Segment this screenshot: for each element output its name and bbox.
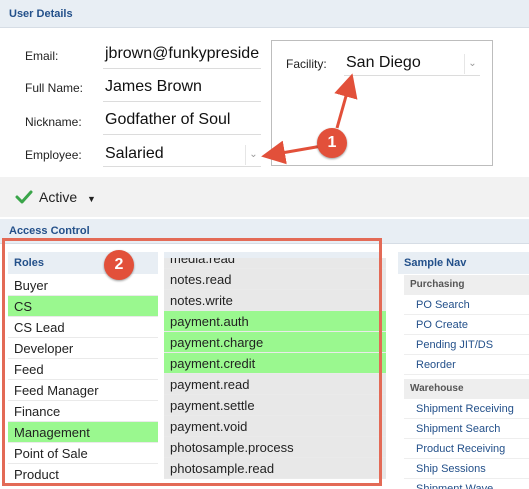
roles-header: Roles [8, 252, 158, 274]
employee-select[interactable]: Salaried ⌄ [103, 143, 261, 167]
privilege-item[interactable]: photosample.process [164, 437, 386, 458]
callout-1: 1 [317, 128, 347, 158]
privilege-item[interactable]: payment.credit [164, 353, 386, 374]
status-dropdown[interactable]: Active ▼ [39, 189, 96, 205]
employee-select-value: Salaried [105, 145, 164, 162]
employee-label: Employee: [25, 148, 82, 162]
callout-2: 2 [104, 250, 134, 280]
caret-down-icon: ▼ [87, 194, 96, 204]
privilege-item[interactable]: photosample.read [164, 458, 386, 479]
privilege-item[interactable]: payment.settle [164, 395, 386, 416]
nav-group-title: Purchasing [404, 275, 529, 295]
nav-link[interactable]: Pending JIT/DS [404, 335, 529, 355]
fullname-field[interactable]: James Brown [103, 78, 261, 102]
privilege-item[interactable]: payment.read [164, 374, 386, 395]
role-item[interactable]: Point of Sale [8, 443, 158, 464]
fullname-label: Full Name: [25, 81, 84, 95]
email-field[interactable]: jbrown@funkypreside [103, 45, 261, 69]
facility-label: Facility: [286, 57, 327, 71]
privilege-item[interactable]: notes.read [164, 269, 386, 290]
privileges-scroll-content: media.read notes.read notes.write payment.a… [164, 258, 386, 479]
facility-select[interactable]: San Diego ⌄ [344, 52, 480, 76]
access-control-header: Access Control [0, 219, 529, 244]
role-item[interactable]: CS Lead [8, 317, 158, 338]
nav-link[interactable]: Shipment Receiving [404, 399, 529, 419]
sample-nav: Purchasing PO Search PO Create Pending JIT/… [404, 275, 529, 489]
user-details-header: User Details [0, 0, 529, 28]
nav-link[interactable]: PO Create [404, 315, 529, 335]
role-item[interactable]: Finance [8, 401, 158, 422]
role-item[interactable]: Buyer [8, 275, 158, 296]
nav-link[interactable]: Product Receiving [404, 439, 529, 459]
role-item[interactable]: Feed Manager [8, 380, 158, 401]
nav-link[interactable]: Shipment Search [404, 419, 529, 439]
nav-link[interactable]: Ship Sessions [404, 459, 529, 479]
nickname-label: Nickname: [25, 115, 82, 129]
chevron-down-icon[interactable]: ⌄ [245, 145, 261, 165]
facility-select-value: San Diego [346, 54, 421, 71]
role-item[interactable]: Product [8, 464, 158, 485]
privileges-list: media.read notes.read notes.write payment.a… [164, 258, 386, 486]
role-item[interactable]: Developer [8, 338, 158, 359]
checkmark-icon [15, 188, 33, 206]
status-bar: Active ▼ [0, 177, 529, 217]
sample-nav-header: Sample Nav [398, 252, 529, 274]
privilege-item[interactable]: payment.void [164, 416, 386, 437]
role-item[interactable]: Feed [8, 359, 158, 380]
roles-list: Buyer CS CS Lead Developer Feed Feed Manager F… [8, 275, 158, 486]
privilege-item[interactable]: media.read [164, 258, 386, 269]
nickname-field[interactable]: Godfather of Soul [103, 111, 261, 135]
nav-group-title: Warehouse [404, 379, 529, 399]
chevron-down-icon[interactable]: ⌄ [464, 54, 480, 74]
role-item[interactable]: CS [8, 296, 158, 317]
role-item[interactable]: Management [8, 422, 158, 443]
nav-link[interactable]: Shipment Wave [404, 479, 529, 489]
privilege-item[interactable]: notes.write [164, 290, 386, 311]
privilege-item[interactable]: payment.charge [164, 332, 386, 353]
facility-panel: Facility: San Diego ⌄ [271, 40, 493, 166]
status-label: Active [39, 189, 78, 205]
nav-link[interactable]: PO Search [404, 295, 529, 315]
privilege-item[interactable]: payment.auth [164, 311, 386, 332]
email-label: Email: [25, 49, 59, 63]
nav-link[interactable]: Reorder [404, 355, 529, 375]
